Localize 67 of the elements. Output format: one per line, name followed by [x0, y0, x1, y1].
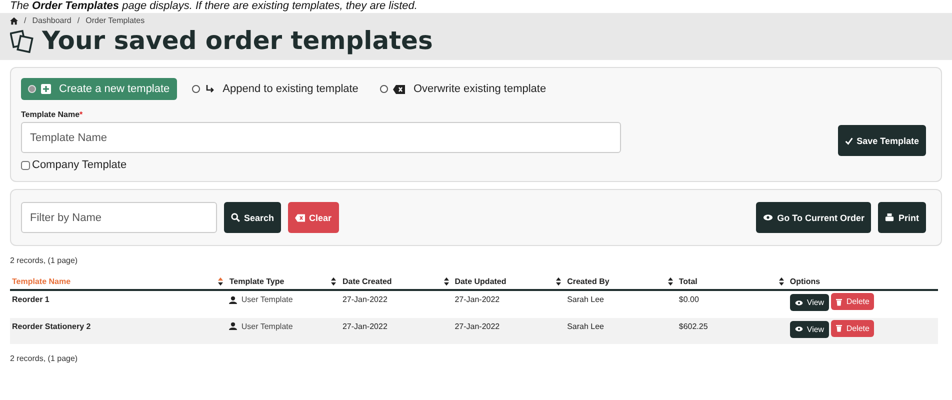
sort-icon[interactable] — [778, 277, 784, 286]
eye-icon — [794, 326, 803, 332]
column-header[interactable]: Options — [788, 273, 938, 290]
cards-icon — [10, 29, 34, 53]
field-label: Template Name — [21, 110, 80, 119]
backspace-icon — [295, 214, 306, 222]
delete-button[interactable]: Delete — [831, 320, 874, 336]
page-title: Your saved order templates — [42, 26, 433, 56]
search-icon — [231, 213, 240, 222]
eye-icon — [763, 214, 774, 221]
required-mark: * — [80, 110, 83, 119]
records-count: 2 records, (1 page) — [10, 256, 79, 265]
save-template-button[interactable]: Save Template — [838, 125, 926, 156]
plus-square-icon — [41, 84, 51, 94]
radio-button[interactable] — [192, 85, 200, 93]
person-icon — [229, 322, 238, 330]
clear-button[interactable]: Clear — [288, 202, 339, 233]
table-cell: Sarah Lee — [565, 318, 677, 344]
go-to-current-order-button[interactable]: Go To Current Order — [756, 202, 872, 233]
column-header[interactable]: Date Created — [340, 273, 453, 290]
table-cell: 27-Jan-2022 — [340, 318, 453, 344]
trash-icon — [836, 324, 842, 332]
filter-field[interactable]: Filter by Name — [21, 202, 217, 233]
column-header[interactable]: Total — [676, 273, 788, 290]
mode-option[interactable]: Overwrite existing template — [373, 78, 554, 100]
records-count: 2 records, (1 page) — [10, 354, 79, 363]
breadcrumb-separator: / — [77, 16, 80, 26]
table-cell: 27-Jan-2022 — [452, 318, 566, 344]
table-cell: $0.00 — [676, 290, 788, 318]
backspace-icon — [393, 84, 406, 94]
table-cell: 27-Jan-2022 — [340, 290, 453, 318]
mode-option[interactable]: Create a new template — [21, 78, 177, 100]
view-button[interactable]: View — [790, 320, 830, 338]
printer-icon — [885, 213, 894, 222]
mode-option[interactable]: Append to existing template — [184, 78, 366, 100]
template-name-field[interactable]: Template Name — [21, 122, 621, 153]
sort-icon[interactable] — [331, 277, 336, 286]
table-cell: Sarah Lee — [565, 290, 677, 318]
check-icon — [844, 136, 853, 144]
person-icon — [229, 296, 238, 304]
table-cell: User Template — [241, 322, 293, 330]
table-cell: 27-Jan-2022 — [452, 290, 566, 318]
view-button[interactable]: View — [790, 294, 830, 311]
company-template-checkbox[interactable] — [21, 160, 30, 170]
print-button[interactable]: Print — [878, 202, 926, 233]
sort-icon[interactable] — [668, 277, 673, 286]
radio-button[interactable] — [380, 85, 388, 93]
home-icon[interactable] — [10, 17, 18, 25]
trash-icon — [836, 298, 842, 306]
sort-icon[interactable] — [444, 277, 449, 286]
column-header[interactable]: Template Type — [227, 273, 340, 290]
sort-icon[interactable] — [556, 277, 562, 286]
breadcrumb-link[interactable]: Dashboard — [32, 16, 72, 26]
search-button[interactable]: Search — [224, 202, 282, 233]
table-cell: Reorder Stationery 2 — [10, 318, 228, 344]
delete-button[interactable]: Delete — [831, 293, 874, 310]
table-cell: User Template — [241, 295, 293, 304]
column-header[interactable]: Created By — [565, 273, 677, 290]
column-header[interactable]: Date Updated — [452, 273, 566, 290]
table-cell: Reorder 1 — [10, 290, 228, 318]
turn-arrow-icon — [204, 84, 215, 94]
sort-icon[interactable] — [218, 277, 224, 286]
checkbox-label[interactable]: Company Template — [32, 159, 127, 171]
table-cell: $602.25 — [676, 318, 788, 344]
breadcrumb-separator: / — [24, 16, 26, 26]
caption-text: The Order Templates page displays. If there are existing templates, they are listed. — [9, 0, 418, 13]
eye-icon — [794, 300, 803, 306]
